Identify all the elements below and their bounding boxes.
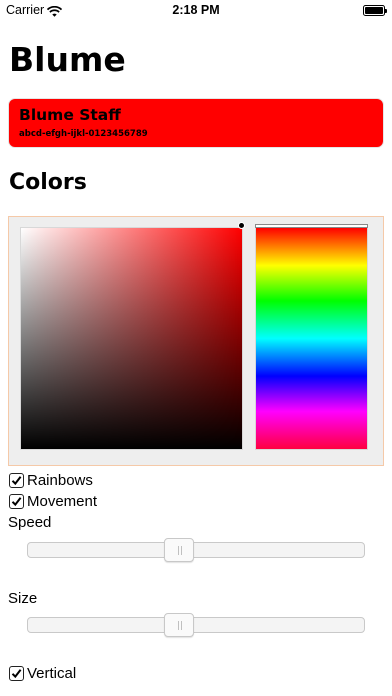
status-bar: Carrier 2:18 PM xyxy=(0,0,392,22)
staff-name: Blume Staff xyxy=(19,106,121,124)
size-slider[interactable] xyxy=(27,617,365,633)
speed-label: Speed xyxy=(8,514,52,531)
colors-section-title: Colors xyxy=(9,170,87,195)
movement-label: Movement xyxy=(27,493,98,510)
checkbox-checked-icon[interactable] xyxy=(9,666,24,681)
size-label: Size xyxy=(8,590,38,607)
checkbox-checked-icon[interactable] xyxy=(9,473,24,488)
checkbox-checked-icon[interactable] xyxy=(9,494,24,509)
hue-strip[interactable] xyxy=(255,227,368,450)
hue-marker[interactable] xyxy=(255,224,368,228)
staff-card[interactable]: Blume Staff abcd-efgh-ijkl-0123456789 xyxy=(8,98,384,148)
saturation-brightness-area[interactable] xyxy=(20,227,243,450)
speed-slider[interactable] xyxy=(27,542,365,558)
page-title: Blume xyxy=(9,40,126,79)
staff-code: abcd-efgh-ijkl-0123456789 xyxy=(19,129,148,139)
color-selector-knob[interactable] xyxy=(238,222,245,229)
rainbows-label: Rainbows xyxy=(27,472,93,489)
status-time: 2:18 PM xyxy=(172,3,220,17)
speed-slider-thumb[interactable] xyxy=(164,538,194,562)
size-slider-thumb[interactable] xyxy=(164,613,194,637)
vertical-label: Vertical xyxy=(27,665,77,682)
battery-icon xyxy=(363,5,387,16)
